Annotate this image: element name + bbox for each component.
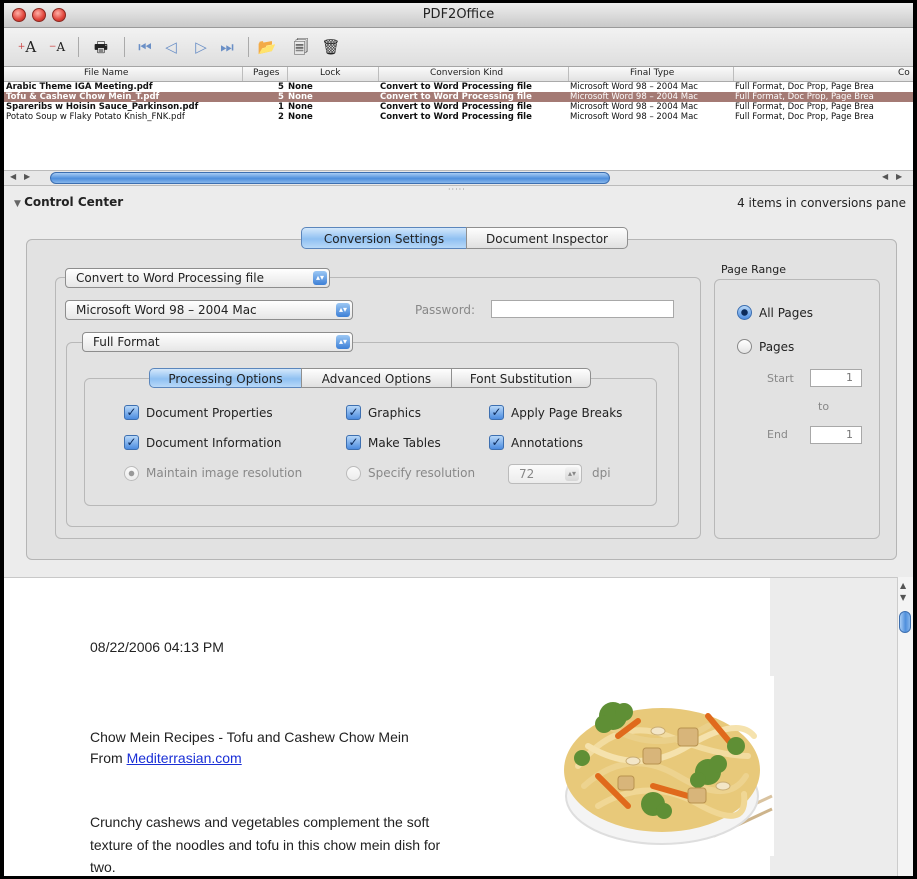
- trash-icon[interactable]: 🗑: [318, 36, 344, 58]
- first-page-icon[interactable]: ⏮: [134, 36, 156, 58]
- file-row-arabic-theme[interactable]: Arabic Theme IGA Meeting.pdf 5 None Conv…: [4, 82, 913, 92]
- preview-margin: [770, 578, 897, 876]
- document-information-label: Document Information: [146, 436, 282, 450]
- document-heading: Chow Mein Recipes - Tofu and Cashew Chow…: [90, 729, 409, 745]
- maintain-resolution-label: Maintain image resolution: [146, 466, 303, 480]
- document-properties-checkbox[interactable]: ✓: [124, 405, 139, 420]
- previous-page-icon[interactable]: ◁: [160, 36, 182, 58]
- annotations-label: Annotations: [511, 436, 584, 450]
- scroll-left-arrow-icon[interactable]: ◀: [10, 172, 16, 181]
- popup-arrows-icon: ▴▾: [565, 467, 579, 481]
- start-page-field[interactable]: 1: [810, 369, 862, 387]
- open-folder-icon[interactable]: 📂: [254, 36, 280, 58]
- vertical-scroll-thumb[interactable]: [899, 611, 911, 633]
- popup-arrows-icon: ▴▾: [336, 303, 350, 317]
- document-source: From Mediterrasian.com: [90, 750, 242, 766]
- graphics-checkbox[interactable]: ✓: [346, 405, 361, 420]
- password-label: Password:: [415, 303, 476, 317]
- column-file-name[interactable]: File Name: [84, 68, 128, 78]
- all-pages-radio[interactable]: [737, 305, 752, 320]
- end-page-field[interactable]: 1: [810, 426, 862, 444]
- preview-vertical-scrollbar[interactable]: ▲ ▼: [897, 577, 913, 876]
- document-information-checkbox[interactable]: ✓: [124, 435, 139, 450]
- scroll-up-arrow-icon[interactable]: ▲: [900, 581, 906, 590]
- document-date: 08/22/2006 04:13 PM: [90, 639, 224, 655]
- start-label: Start: [767, 372, 794, 385]
- document-properties-label: Document Properties: [146, 406, 273, 420]
- maintain-resolution-radio[interactable]: [124, 466, 139, 481]
- column-conversion-kind[interactable]: Conversion Kind: [430, 68, 503, 78]
- window-title: PDF2Office: [422, 7, 495, 22]
- document-body-line-3: two.: [90, 859, 116, 875]
- end-label: End: [767, 428, 788, 441]
- batch-convert-icon[interactable]: 🗐: [288, 36, 314, 58]
- chow-mein-photo: [558, 676, 774, 856]
- apply-page-breaks-label: Apply Page Breaks: [511, 406, 623, 420]
- tab-advanced-options[interactable]: Advanced Options: [301, 368, 452, 388]
- toolbar-separator: [124, 37, 125, 57]
- annotations-checkbox[interactable]: ✓: [489, 435, 504, 450]
- toolbar-separator: [78, 37, 79, 57]
- format-popup[interactable]: Full Format ▴▾: [82, 332, 353, 352]
- popup-arrows-icon: ▴▾: [336, 335, 350, 349]
- column-options[interactable]: Co: [898, 68, 910, 78]
- title-bar: PDF2Office: [4, 3, 913, 28]
- dpi-unit-label: dpi: [592, 466, 611, 480]
- to-label: to: [818, 400, 830, 413]
- file-row-potato-soup[interactable]: Potato Soup w Flaky Potato Knish_FNK.pdf…: [4, 112, 913, 122]
- horizontal-scroll-thumb[interactable]: [50, 172, 610, 184]
- app-window: PDF2Office +A −A 🖶 ⏮ ◁ ▷ ⏭ 📂 🗐 🗑 File Na…: [4, 3, 913, 876]
- pages-label: Pages: [759, 340, 795, 354]
- graphics-label: Graphics: [368, 406, 421, 420]
- column-pages[interactable]: Pages: [253, 68, 279, 78]
- final-type-popup[interactable]: Microsoft Word 98 – 2004 Mac ▴▾: [65, 300, 353, 320]
- tab-processing-options[interactable]: Processing Options: [149, 368, 302, 388]
- scroll-right-arrow-icon[interactable]: ▶: [24, 172, 30, 181]
- page-range-title: Page Range: [721, 263, 786, 276]
- scroll-left-arrow-icon[interactable]: ◀: [882, 172, 888, 181]
- control-center-header: ▼ Control Center 4 items in conversions …: [4, 191, 913, 213]
- decrease-font-button[interactable]: −A: [44, 36, 70, 58]
- tab-document-inspector[interactable]: Document Inspector: [466, 227, 628, 249]
- make-tables-checkbox[interactable]: ✓: [346, 435, 361, 450]
- increase-font-button[interactable]: +A: [14, 36, 40, 58]
- dpi-popup[interactable]: 72 ▴▾: [508, 464, 582, 484]
- file-row-spareribs[interactable]: Spareribs w Hoisin Sauce_Parkinson.pdf 1…: [4, 102, 913, 112]
- conversion-kind-popup[interactable]: Convert to Word Processing file ▴▾: [65, 268, 330, 288]
- file-list-header: File Name Pages Lock Conversion Kind Fin…: [4, 67, 913, 82]
- all-pages-label: All Pages: [759, 306, 813, 320]
- popup-arrows-icon: ▴▾: [313, 271, 327, 285]
- document-preview: 08/22/2006 04:13 PM Chow Mein Recipes - …: [4, 577, 897, 876]
- column-final-type[interactable]: Final Type: [630, 68, 674, 78]
- last-page-icon[interactable]: ⏭: [216, 36, 238, 58]
- file-list: File Name Pages Lock Conversion Kind Fin…: [4, 67, 913, 170]
- file-row-tofu-cashew[interactable]: Tofu & Cashew Chow Mein_T.pdf 5 None Con…: [4, 92, 913, 102]
- items-count: 4 items in conversions pane: [737, 196, 906, 210]
- specify-resolution-label: Specify resolution: [368, 466, 476, 480]
- password-field[interactable]: [491, 300, 674, 318]
- file-list-horizontal-scrollbar[interactable]: ◀ ▶ ◀ ▶: [4, 170, 913, 186]
- document-body-line-1: Crunchy cashews and vegetables complemen…: [90, 814, 430, 830]
- document-body-line-2: texture of the noodles and tofu in this …: [90, 837, 441, 853]
- specify-resolution-radio[interactable]: [346, 466, 361, 481]
- apply-page-breaks-checkbox[interactable]: ✓: [489, 405, 504, 420]
- toolbar-separator: [248, 37, 249, 57]
- tab-conversion-settings[interactable]: Conversion Settings: [301, 227, 467, 249]
- source-link[interactable]: Mediterrasian.com: [127, 750, 242, 766]
- control-center-toggle[interactable]: ▼ Control Center: [14, 195, 123, 209]
- toolbar: +A −A 🖶 ⏮ ◁ ▷ ⏭ 📂 🗐 🗑: [4, 28, 913, 67]
- make-tables-label: Make Tables: [368, 436, 441, 450]
- print-icon[interactable]: 🖶: [88, 36, 114, 58]
- next-page-icon[interactable]: ▷: [190, 36, 212, 58]
- tab-font-substitution[interactable]: Font Substitution: [451, 368, 591, 388]
- pages-radio[interactable]: [737, 339, 752, 354]
- scroll-right-arrow-icon[interactable]: ▶: [896, 172, 902, 181]
- column-lock[interactable]: Lock: [320, 68, 341, 78]
- disclosure-triangle-icon[interactable]: ▼: [14, 199, 24, 209]
- scroll-down-arrow-icon[interactable]: ▼: [900, 593, 906, 602]
